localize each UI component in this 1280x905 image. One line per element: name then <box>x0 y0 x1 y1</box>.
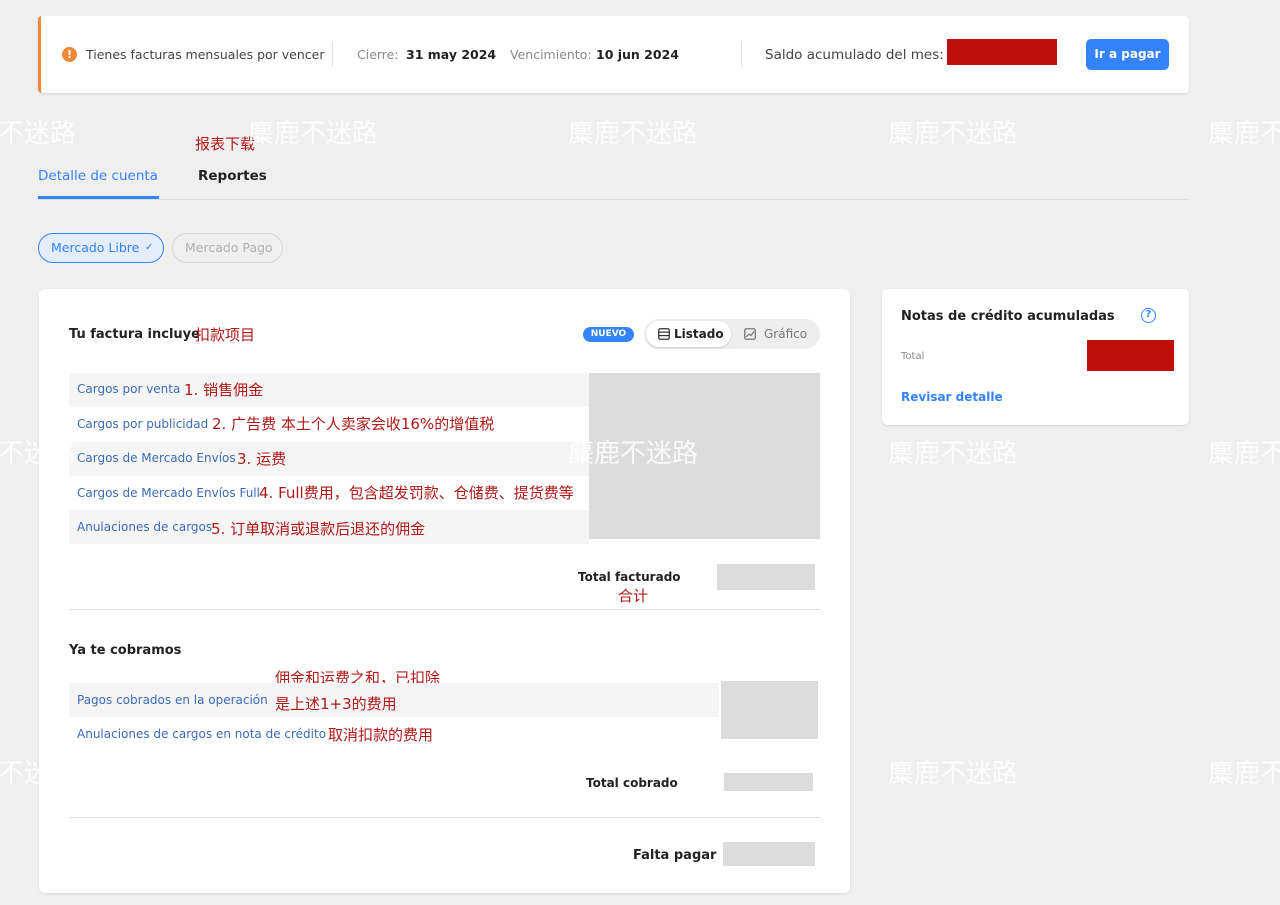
row-charge-cancellations[interactable]: Anulaciones de cargos <box>77 520 212 534</box>
filter-chip-mercado-libre[interactable]: Mercado Libre ✓ <box>38 233 164 263</box>
section-divider <box>69 817 820 818</box>
cierre-value: 31 may 2024 <box>406 47 497 62</box>
section-divider <box>69 609 820 610</box>
credit-notes-total-redacted <box>1087 340 1174 371</box>
filter-chip-mercado-pago[interactable]: Mercado Pago <box>172 233 283 263</box>
annotation-row-2: 2. 广告费 本土个人卖家会收16%的增值税 <box>212 415 495 433</box>
view-list-label: Listado <box>674 327 724 341</box>
row-sales-charges[interactable]: Cargos por venta <box>77 382 180 396</box>
review-detail-link[interactable]: Revisar detalle <box>901 390 1003 404</box>
watermark: 麋鹿不 <box>1208 759 1280 789</box>
annotation-row-1: 1. 销售佣金 <box>184 381 264 399</box>
invoice-card: Tu factura incluye 扣款项目 NUEVO Listado Gr… <box>39 289 850 893</box>
total-invoiced-redacted <box>717 564 815 590</box>
watermark: 麋鹿不迷路 <box>888 439 1019 469</box>
view-list-button[interactable]: Listado <box>646 321 731 347</box>
row-payments-collected[interactable]: Pagos cobrados en la operación <box>77 693 268 707</box>
view-chart-label: Gráfico <box>764 327 808 341</box>
total-invoiced-label: Total facturado <box>578 570 681 584</box>
annotation-row-4: 4. Full费用，包含超发罚款、仓储费、提货费等 <box>259 484 574 502</box>
amount-due-redacted <box>723 842 815 866</box>
tab-account-detail[interactable]: Detalle de cuenta <box>38 168 158 184</box>
watermark: 麋鹿不迷路 <box>888 119 1019 149</box>
collected-title: Ya te cobramos <box>69 643 182 658</box>
watermark: 麋鹿不 <box>1208 119 1280 149</box>
filter-chip-label: Mercado Pago <box>185 240 273 255</box>
view-toggle: Listado Gráfico <box>644 319 820 349</box>
row-credit-note-cancellations[interactable]: Anulaciones de cargos en nota de crédito <box>77 727 326 741</box>
annotation-reports: 报表下载 <box>195 135 256 153</box>
credit-notes-card: Notas de crédito acumuladas ? Total Revi… <box>882 289 1189 425</box>
invoice-amounts-redacted <box>589 373 820 539</box>
filter-chip-label: Mercado Libre <box>51 240 140 255</box>
annotation-row-3: 3. 运费 <box>237 450 287 468</box>
total-collected-label: Total cobrado <box>586 776 678 790</box>
row-full-shipping-charges[interactable]: Cargos de Mercado Envíos Full <box>77 486 260 500</box>
watermark: 麋鹿不 <box>1208 439 1280 469</box>
credit-notes-total-label: Total <box>901 351 925 362</box>
help-circle-icon[interactable]: ? <box>1141 308 1156 323</box>
list-icon <box>658 328 670 340</box>
credit-notes-title: Notas de crédito acumuladas <box>901 309 1115 324</box>
pay-button[interactable]: Ir a pagar <box>1086 39 1169 70</box>
cierre-label: Cierre: <box>357 47 399 62</box>
row-shipping-charges[interactable]: Cargos de Mercado Envíos <box>77 451 236 465</box>
annotation-row-5: 5. 订单取消或退款后退还的佣金 <box>211 520 426 538</box>
warning-icon: ! <box>62 47 77 62</box>
total-collected-redacted <box>724 773 813 791</box>
amount-due-label: Falta pagar <box>633 848 717 863</box>
banner-divider <box>741 41 742 67</box>
banner-message: Tienes facturas mensuales por vencer <box>86 47 325 62</box>
chevron-down-icon: ✓ <box>145 242 154 253</box>
saldo-label: Saldo acumulado del mes: <box>765 47 944 63</box>
chart-icon <box>744 328 756 340</box>
billing-due-banner: ! Tienes facturas mensuales por vencer C… <box>38 16 1189 93</box>
annotation-deductions: 扣款项目 <box>195 326 256 344</box>
row-advertising-charges[interactable]: Cargos por publicidad <box>77 417 208 431</box>
view-chart-button[interactable]: Gráfico <box>742 321 818 347</box>
watermark: 不迷路 <box>0 119 77 149</box>
vencimiento-value: 10 jun 2024 <box>596 47 679 62</box>
watermark: 麋鹿不迷路 <box>568 119 699 149</box>
banner-divider <box>332 41 333 67</box>
annotation-total: 合计 <box>618 587 649 605</box>
invoice-title: Tu factura incluye <box>69 327 200 342</box>
tabs-divider <box>38 199 1189 200</box>
watermark: 麋鹿不迷路 <box>888 759 1019 789</box>
new-badge: NUEVO <box>583 327 634 342</box>
collected-amounts-redacted <box>721 681 818 739</box>
tab-reports[interactable]: Reportes <box>198 168 267 184</box>
saldo-value-redacted <box>947 39 1057 65</box>
annotation-collected-2: 是上述1+3的费用 <box>275 695 397 713</box>
annotation-cancel: 取消扣款的费用 <box>328 726 434 744</box>
watermark: 麋鹿不迷路 <box>248 119 379 149</box>
vencimiento-label: Vencimiento: <box>510 47 592 62</box>
